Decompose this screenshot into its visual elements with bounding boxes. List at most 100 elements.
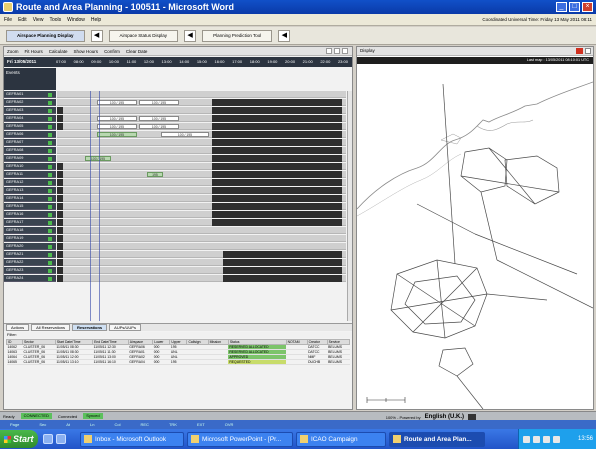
gantt-row[interactable]: GEFRA03 — [4, 107, 352, 114]
maximize-button[interactable]: □ — [569, 2, 580, 12]
route-line — [486, 293, 548, 301]
sector-outline[interactable] — [438, 347, 474, 377]
gantt-row[interactable]: GEFRA17 — [4, 219, 352, 226]
quick-launch — [43, 434, 66, 444]
reservation-bar[interactable]: 100 / 195 — [139, 100, 179, 105]
network-icon[interactable] — [523, 435, 530, 443]
gantt-row[interactable]: GEFRA02 100 / 195 100 / 195 — [4, 99, 352, 106]
pane-close-icon[interactable] — [342, 48, 348, 54]
word-rec[interactable]: REC — [141, 422, 149, 427]
gantt-scrollbar[interactable] — [347, 91, 352, 321]
filter-label[interactable]: Filter: — [4, 332, 352, 338]
gantt-row[interactable]: GEFRA05 100 / 195 100 / 195 — [4, 123, 352, 130]
calculate-button[interactable]: Calculate — [49, 49, 68, 54]
gantt-row[interactable]: GEFRA19 — [4, 235, 352, 242]
menu-file[interactable]: File — [4, 17, 12, 23]
close-button[interactable]: × — [582, 2, 593, 12]
gantt-row[interactable]: GEFRA07 — [4, 139, 352, 146]
gantt-row[interactable]: GEFRA15 — [4, 203, 352, 210]
gantt-row[interactable]: GEFRA13 — [4, 187, 352, 194]
gantt-row[interactable]: GEFRA18 — [4, 227, 352, 234]
reservation-bar[interactable]: 100 / 195 — [139, 116, 179, 121]
airspace-map[interactable] — [357, 64, 593, 409]
table-row[interactable]: 14065 CLUSTER_06 11/05/11 13:10 11/05/11 16… — [6, 359, 350, 365]
fit-hours-button[interactable]: Fit Hours — [25, 49, 43, 54]
gantt-row[interactable]: GEFRA16 — [4, 211, 352, 218]
map-close-icon[interactable] — [576, 48, 583, 54]
sector-outline[interactable] — [460, 147, 508, 193]
gantt-row[interactable]: GEFRA01 — [4, 91, 352, 98]
volume-icon[interactable] — [533, 435, 540, 443]
refresh-icon[interactable] — [326, 48, 332, 54]
gantt-row[interactable]: GEFRA04 100 / 195 100 / 195 — [4, 115, 352, 122]
tick: 11:00 — [126, 59, 137, 64]
task-powerpoint[interactable]: Microsoft PowerPoint - [Pr... — [187, 431, 293, 447]
gantt-row[interactable]: GEFRA11 195 — [4, 171, 352, 178]
tab-all-reservations[interactable]: All Reservations — [31, 324, 71, 331]
confirm-button[interactable]: Confirm — [104, 49, 120, 54]
pin-icon-2[interactable]: ◀ — [184, 29, 197, 42]
route-line — [436, 259, 446, 339]
show-hours-button[interactable]: Show Hours — [74, 49, 99, 54]
reservation-bar[interactable]: 100 / 195 — [97, 132, 137, 137]
sector-outline[interactable] — [504, 155, 560, 205]
reservation-bar[interactable]: 100 / 195 — [97, 100, 137, 105]
reservation-bar[interactable]: 100 / 195 — [85, 156, 111, 161]
reservation-bar[interactable]: 100 / 195 — [97, 124, 137, 129]
tab-reservations[interactable]: Reservations — [72, 324, 108, 331]
gantt-row[interactable]: GEFRA23 — [4, 267, 352, 274]
menu-window[interactable]: Window — [67, 17, 85, 23]
current-time-line — [90, 91, 91, 321]
menu-edit[interactable]: Edit — [18, 17, 27, 23]
gantt-row[interactable]: GEFRA22 — [4, 259, 352, 266]
gantt-row[interactable]: GEFRA12 — [4, 179, 352, 186]
word-ext[interactable]: EXT — [197, 422, 205, 427]
minimize-button[interactable]: _ — [556, 2, 567, 12]
route-line — [488, 147, 536, 205]
menu-view[interactable]: View — [33, 17, 44, 23]
cell — [208, 359, 229, 365]
pin-icon[interactable]: ◀ — [90, 29, 103, 42]
tab-actions[interactable]: Actions — [6, 324, 30, 331]
word-ovr[interactable]: OVR — [225, 422, 234, 427]
map-pin-icon[interactable] — [585, 48, 591, 54]
word-status-bar: Page Sec At Ln Col REC TRK EXT OVR — [0, 420, 596, 429]
gantt-row[interactable]: GEFRA24 — [4, 275, 352, 282]
gantt-row[interactable]: GEFRA09 100 / 195 — [4, 155, 352, 162]
reservation-bar[interactable]: 195 — [147, 172, 163, 177]
security-icon[interactable] — [543, 435, 550, 443]
tab-airspace-planning[interactable]: Airspace Planning Display — [6, 29, 85, 42]
sector-outline[interactable] — [390, 259, 488, 339]
ie-icon[interactable] — [43, 434, 53, 444]
gantt-row[interactable]: GEFRA06 100 / 195 100 / 195 — [4, 131, 352, 138]
menu-tools[interactable]: Tools — [49, 17, 61, 23]
task-icao-folder[interactable]: ICAO Campaign — [296, 431, 386, 447]
word-trk[interactable]: TRK — [169, 422, 177, 427]
gantt-row[interactable]: GEFRA21 — [4, 251, 352, 258]
status-cell: REQUESTED — [228, 359, 287, 365]
tab-airspace-status[interactable]: Airspace Status Display — [108, 29, 179, 42]
route-line — [480, 191, 498, 261]
clock[interactable]: 13:56 — [578, 436, 593, 442]
gantt-row[interactable]: GEFRA08 — [4, 147, 352, 154]
reservation-bar[interactable]: 100 / 195 — [139, 124, 179, 129]
pin-icon-3[interactable]: ◀ — [278, 29, 291, 42]
gantt-row[interactable]: GEFRA10 — [4, 163, 352, 170]
settings-icon[interactable] — [334, 48, 340, 54]
reservation-bar[interactable]: 100 / 195 — [161, 132, 209, 137]
outlook-icon[interactable] — [56, 434, 66, 444]
messenger-icon[interactable] — [553, 435, 560, 443]
task-route-area[interactable]: Route and Area Plan... — [389, 431, 485, 447]
gantt-row[interactable]: GEFRA14 — [4, 195, 352, 202]
menu-help[interactable]: Help — [91, 17, 101, 23]
clear-date-button[interactable]: Clear Date — [126, 49, 148, 54]
status-dot — [48, 253, 52, 257]
gantt-row[interactable]: GEFRA20 — [4, 243, 352, 250]
tab-aup-uup[interactable]: AUPs/UUPs — [109, 324, 141, 331]
task-outlook[interactable]: Inbox - Microsoft Outlook — [80, 431, 184, 447]
start-button[interactable]: Start — [0, 430, 38, 448]
reservation-bar[interactable]: 100 / 195 — [97, 116, 137, 121]
zoom-button[interactable]: Zoom — [7, 49, 19, 54]
tab-planning-prediction[interactable]: Planning Prediction Tool — [202, 29, 273, 42]
sector-outline[interactable] — [404, 275, 476, 325]
